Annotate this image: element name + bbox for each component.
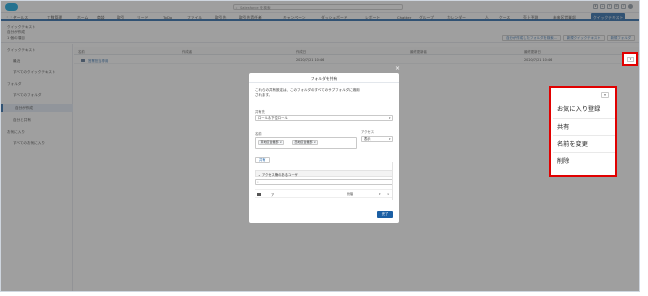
- app-window: ⌕ Salesforce を検索 ★ + ? ⚙ ♪ ⋮⋮⋮ セールス 工数管理…: [0, 0, 640, 292]
- scrollbar[interactable]: [392, 162, 395, 200]
- row-action-menu-trigger[interactable]: ▾: [622, 52, 638, 66]
- menu-item-delete[interactable]: 削除: [557, 156, 617, 165]
- pill-label: 西地区営業部: [294, 140, 313, 144]
- menu-divider: [553, 152, 615, 153]
- pill-label: 東地区営業部: [260, 140, 279, 144]
- user-access-row: ア 管理 ▾ ×: [255, 189, 393, 198]
- name-lookup-field[interactable]: 東地区営業部 × 西地区営業部 ×: [255, 137, 357, 149]
- name-label: 名前: [255, 132, 262, 136]
- user-name: ア: [271, 192, 275, 197]
- share-with-label: 共有先: [255, 110, 265, 114]
- chevron-down-icon[interactable]: ▾: [601, 92, 609, 98]
- chevron-down-icon[interactable]: ▾: [379, 192, 381, 196]
- access-label: アクセス: [361, 130, 375, 134]
- selected-group-pill[interactable]: 東地区営業部 ×: [258, 140, 285, 145]
- access-value: 表示: [364, 137, 371, 141]
- section-title: ⌄ アクセス権のあるユーザ: [258, 173, 298, 177]
- chevron-down-icon: ▾: [627, 57, 634, 62]
- menu-divider: [553, 118, 615, 119]
- row-actions-dropdown: ▾ お気に入り登録 共有 名前を変更 削除: [549, 86, 617, 177]
- dialog-title: フォルダを共有: [310, 76, 338, 81]
- close-icon[interactable]: ×: [395, 65, 639, 72]
- chevron-down-icon: ▾: [388, 137, 391, 141]
- share-button[interactable]: 共有: [255, 157, 270, 163]
- done-button[interactable]: 完了: [377, 211, 393, 218]
- access-select[interactable]: 表示 ▾: [361, 136, 393, 142]
- dialog-description-cont: されます。: [255, 93, 273, 97]
- section-title-text: アクセス権のあるユーザ: [261, 173, 298, 177]
- remove-access-icon[interactable]: ×: [387, 192, 390, 196]
- user-search-input[interactable]: ⌕: [255, 179, 393, 185]
- selected-group-pill[interactable]: 西地区営業部 ×: [292, 140, 319, 145]
- share-with-value: ロール＆下位ロール: [258, 116, 288, 120]
- menu-item-rename[interactable]: 名前を変更: [557, 139, 617, 148]
- users-with-access-section[interactable]: ⌄ アクセス権のあるユーザ: [255, 170, 393, 177]
- menu-item-share[interactable]: 共有: [557, 122, 617, 131]
- search-icon: ⌕: [257, 180, 259, 184]
- share-folder-dialog: フォルダを共有 これらの共有設定は、このフォルダのすべてのサブフォルダに適用 さ…: [249, 73, 399, 223]
- chevron-down-icon: ▾: [388, 116, 391, 120]
- menu-divider: [553, 135, 615, 136]
- menu-item-add-favorite[interactable]: お気に入り登録: [557, 104, 617, 113]
- dialog-header: フォルダを共有: [249, 73, 399, 83]
- user-access-value[interactable]: 管理: [347, 192, 353, 196]
- share-with-select[interactable]: ロール＆下位ロール ▾: [255, 115, 393, 121]
- user-icon: [257, 192, 261, 196]
